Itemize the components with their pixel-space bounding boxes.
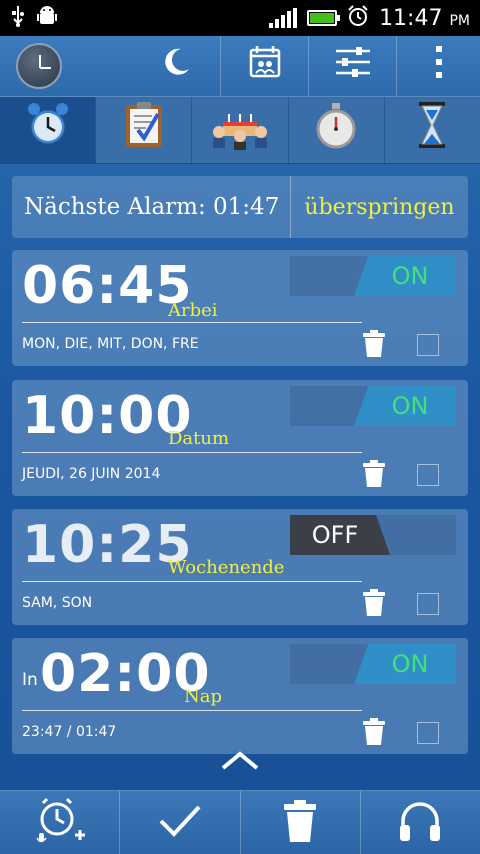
status-right: 11:47 PM — [269, 4, 470, 32]
bottom-bar — [0, 790, 480, 854]
tab-tasks[interactable] — [95, 97, 191, 163]
add-voice-alarm-button[interactable] — [0, 791, 119, 854]
alarm-toggle[interactable]: OFF — [290, 515, 456, 555]
tab-stopwatch[interactable] — [287, 97, 384, 163]
trash-icon — [282, 799, 318, 847]
alarm-name: Datum — [168, 428, 230, 449]
battery-icon — [307, 10, 341, 26]
toggle-on-label: ON — [354, 256, 456, 296]
settings-button[interactable] — [308, 36, 396, 96]
night-mode-button[interactable] — [132, 36, 220, 96]
alarm-prefix: In — [22, 670, 38, 690]
alarm-time: 06:45 — [22, 256, 193, 316]
divider — [22, 322, 362, 323]
status-bar: 11:47 PM — [0, 0, 480, 36]
tab-alarms[interactable] — [0, 97, 96, 163]
overflow-menu-icon — [434, 45, 444, 87]
trash-icon[interactable] — [362, 589, 386, 617]
skip-button[interactable]: überspringen — [290, 176, 468, 238]
calendar-contact-icon — [247, 44, 283, 88]
alarm-days: SAM, SON — [22, 595, 93, 611]
chevron-up-icon[interactable] — [220, 748, 260, 772]
alarm-card[interactable]: In 02:00 Nap ON 23:47 / 01:47 — [12, 638, 468, 754]
toggle-on-label: ON — [354, 386, 456, 426]
alarm-days: MON, DIE, MIT, DON, FRE — [22, 336, 199, 352]
alarm-name: Wochenende — [168, 557, 285, 578]
divider — [22, 710, 362, 711]
usb-icon — [10, 5, 26, 32]
alarm-card[interactable]: 10:00 Datum ON JEUDI, 26 JUIN 2014 — [12, 380, 468, 496]
confirm-button[interactable] — [119, 791, 239, 854]
divider — [22, 581, 362, 582]
select-checkbox[interactable] — [417, 464, 439, 486]
select-checkbox[interactable] — [417, 722, 439, 744]
alarm-icon — [347, 4, 369, 32]
status-left — [10, 5, 58, 32]
sound-button[interactable] — [359, 791, 480, 854]
alarm-time: 10:25 — [22, 515, 193, 575]
alarm-name: Nap — [184, 686, 223, 707]
tab-timer[interactable] — [383, 97, 480, 163]
next-alarm-bar: Nächste Alarm: 01:47 überspringen — [12, 176, 468, 238]
app-clock-icon[interactable] — [16, 43, 62, 89]
stopwatch-icon — [313, 100, 359, 161]
android-debug-icon — [36, 5, 58, 32]
action-bar — [0, 36, 480, 96]
alarm-days: 23:47 / 01:47 — [22, 724, 117, 740]
tab-birthdays[interactable] — [191, 97, 287, 163]
select-checkbox[interactable] — [417, 334, 439, 356]
alarm-name: Arbei — [168, 300, 218, 321]
headphones-icon — [397, 799, 443, 847]
divider — [22, 452, 362, 453]
overflow-menu-button[interactable] — [396, 36, 480, 96]
checkmark-icon — [158, 803, 202, 843]
alarm-time: 10:00 — [22, 386, 193, 446]
clipboard-checklist-icon — [122, 100, 166, 161]
birthday-cake-icon — [211, 100, 269, 161]
trash-icon[interactable] — [362, 718, 386, 746]
alarm-toggle[interactable]: ON — [290, 644, 456, 684]
trash-icon[interactable] — [362, 460, 386, 488]
alarm-toggle[interactable]: ON — [290, 386, 456, 426]
add-voice-alarm-icon — [33, 795, 87, 851]
toggle-off-label: OFF — [290, 515, 390, 555]
alarm-days: JEUDI, 26 JUIN 2014 — [22, 466, 161, 482]
select-checkbox[interactable] — [417, 593, 439, 615]
status-time: 11:47 PM — [379, 5, 470, 31]
tab-strip — [0, 96, 480, 164]
alarm-toggle[interactable]: ON — [290, 256, 456, 296]
trash-icon[interactable] — [362, 330, 386, 358]
alarm-card[interactable]: 06:45 Arbei ON MON, DIE, MIT, DON, FRE — [12, 250, 468, 366]
alarm-card[interactable]: 10:25 Wochenende OFF SAM, SON — [12, 509, 468, 625]
next-alarm-label: Nächste Alarm: 01:47 — [24, 194, 280, 220]
alarm-clock-icon — [23, 100, 73, 161]
settings-sliders-icon — [334, 45, 372, 87]
night-mode-icon — [159, 45, 193, 87]
toggle-on-label: ON — [354, 644, 456, 684]
delete-button[interactable] — [239, 791, 360, 854]
hourglass-icon — [417, 100, 447, 161]
signal-icon — [269, 8, 298, 28]
action-bar-buttons — [132, 36, 480, 96]
calendar-contact-button[interactable] — [220, 36, 308, 96]
